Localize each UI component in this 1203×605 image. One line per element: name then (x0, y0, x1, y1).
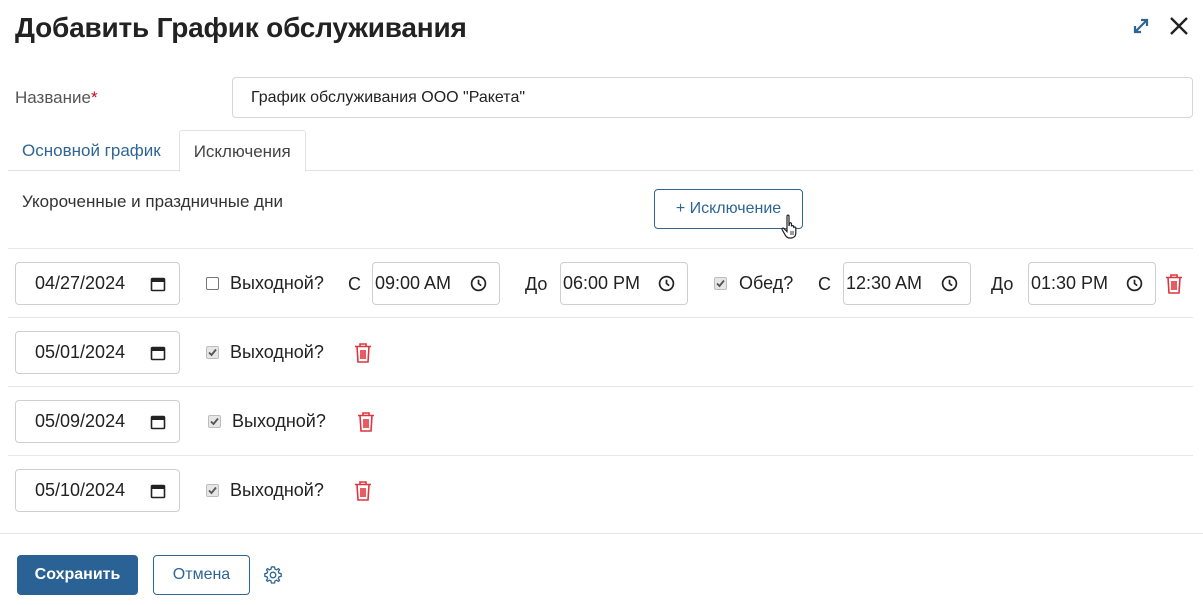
required-mark: * (90, 88, 98, 107)
clock-icon[interactable] (1125, 275, 1143, 293)
exception-row: 05/09/2024 Выходной? (8, 386, 1193, 455)
exception-row: 05/10/2024 Выходной? (8, 455, 1193, 524)
date-input[interactable]: 04/27/2024 (15, 262, 180, 305)
trash-icon[interactable] (356, 411, 376, 433)
gear-icon[interactable] (263, 565, 283, 585)
save-button[interactable]: Сохранить (17, 555, 138, 595)
check-icon (716, 279, 725, 288)
trash-icon[interactable] (353, 480, 373, 502)
tab-bar: Основной график Исключения (8, 130, 1193, 172)
lunch-from-input[interactable]: 12:30 AM (843, 262, 971, 305)
lunch-checkbox[interactable] (714, 277, 727, 290)
to-time-input[interactable]: 06:00 PM (560, 262, 688, 305)
calendar-icon[interactable] (149, 413, 167, 431)
day-off-checkbox[interactable] (208, 415, 221, 428)
day-off-label: Выходной? (232, 411, 326, 431)
exception-row: 05/01/2024 Выходной? (8, 317, 1193, 386)
check-icon (208, 486, 217, 495)
date-input[interactable]: 05/01/2024 (15, 331, 180, 374)
section-title: Укороченные и праздничные дни (22, 192, 283, 211)
lunch-to-label: До (991, 274, 1014, 294)
calendar-icon[interactable] (149, 275, 167, 293)
clock-icon[interactable] (657, 275, 675, 293)
from-time-input[interactable]: 09:00 AM (372, 262, 500, 305)
calendar-icon[interactable] (149, 482, 167, 500)
lunch-to-input[interactable]: 01:30 PM (1028, 262, 1156, 305)
day-off-checkbox[interactable] (206, 346, 219, 359)
clock-icon[interactable] (940, 275, 958, 293)
date-input[interactable]: 05/10/2024 (15, 469, 180, 512)
footer-divider (0, 533, 1203, 534)
cancel-button[interactable]: Отмена (153, 555, 250, 595)
day-off-label: Выходной? (230, 480, 324, 500)
day-off-checkbox[interactable] (206, 484, 219, 497)
day-off-label: Выходной? (230, 342, 324, 362)
close-icon[interactable] (1167, 14, 1191, 38)
to-label: До (525, 274, 548, 294)
trash-icon[interactable] (353, 342, 373, 364)
trash-icon[interactable] (1164, 273, 1184, 295)
calendar-icon[interactable] (149, 344, 167, 362)
name-input[interactable]: График обслуживания ООО "Ракета" (232, 77, 1193, 118)
exception-row: 04/27/2024 Выходной? С 09:00 AM До 06:00… (8, 248, 1193, 317)
day-off-label: Выходной? (230, 273, 324, 293)
expand-icon[interactable] (1129, 14, 1153, 38)
window-controls (1129, 14, 1191, 38)
date-input[interactable]: 05/09/2024 (15, 400, 180, 443)
tab-main-schedule[interactable]: Основной график (8, 130, 175, 171)
check-icon (208, 348, 217, 357)
hand-cursor-icon (781, 214, 797, 239)
from-label: С (348, 274, 361, 294)
lunch-label: Обед? (739, 273, 794, 293)
tab-exceptions[interactable]: Исключения (178, 130, 306, 172)
lunch-from-label: С (818, 274, 831, 294)
clock-icon[interactable] (469, 275, 487, 293)
check-icon (210, 417, 219, 426)
day-off-checkbox[interactable] (206, 277, 219, 290)
name-label: Название* (15, 88, 98, 107)
dialog-title: Добавить График обслуживания (15, 12, 467, 43)
